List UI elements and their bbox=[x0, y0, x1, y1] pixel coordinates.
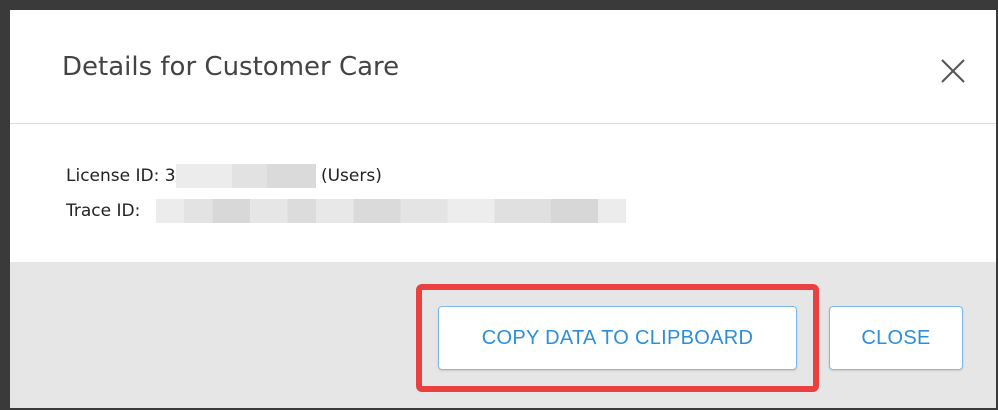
redacted-trace-id bbox=[155, 199, 626, 223]
license-id-label: License ID: bbox=[66, 166, 160, 186]
dialog-header: Details for Customer Care bbox=[10, 10, 996, 124]
dialog-title: Details for Customer Care bbox=[62, 52, 400, 82]
close-icon[interactable] bbox=[940, 58, 966, 84]
dialog-body: License ID: 3 (Users) Trace ID: bbox=[10, 124, 996, 262]
customer-care-dialog: Details for Customer Care License ID: 3 … bbox=[10, 10, 996, 408]
trace-id-label: Trace ID: bbox=[66, 201, 141, 221]
license-id-row: License ID: 3 (Users) bbox=[66, 164, 382, 188]
license-id-suffix: (Users) bbox=[320, 166, 382, 186]
dialog-footer: COPY DATA TO CLIPBOARD CLOSE bbox=[10, 262, 996, 408]
close-button[interactable]: CLOSE bbox=[829, 306, 963, 370]
license-id-value-prefix: 3 bbox=[164, 166, 176, 186]
copy-data-to-clipboard-button[interactable]: COPY DATA TO CLIPBOARD bbox=[438, 306, 797, 370]
trace-id-row: Trace ID: bbox=[66, 199, 626, 223]
redacted-license-id bbox=[175, 164, 316, 188]
